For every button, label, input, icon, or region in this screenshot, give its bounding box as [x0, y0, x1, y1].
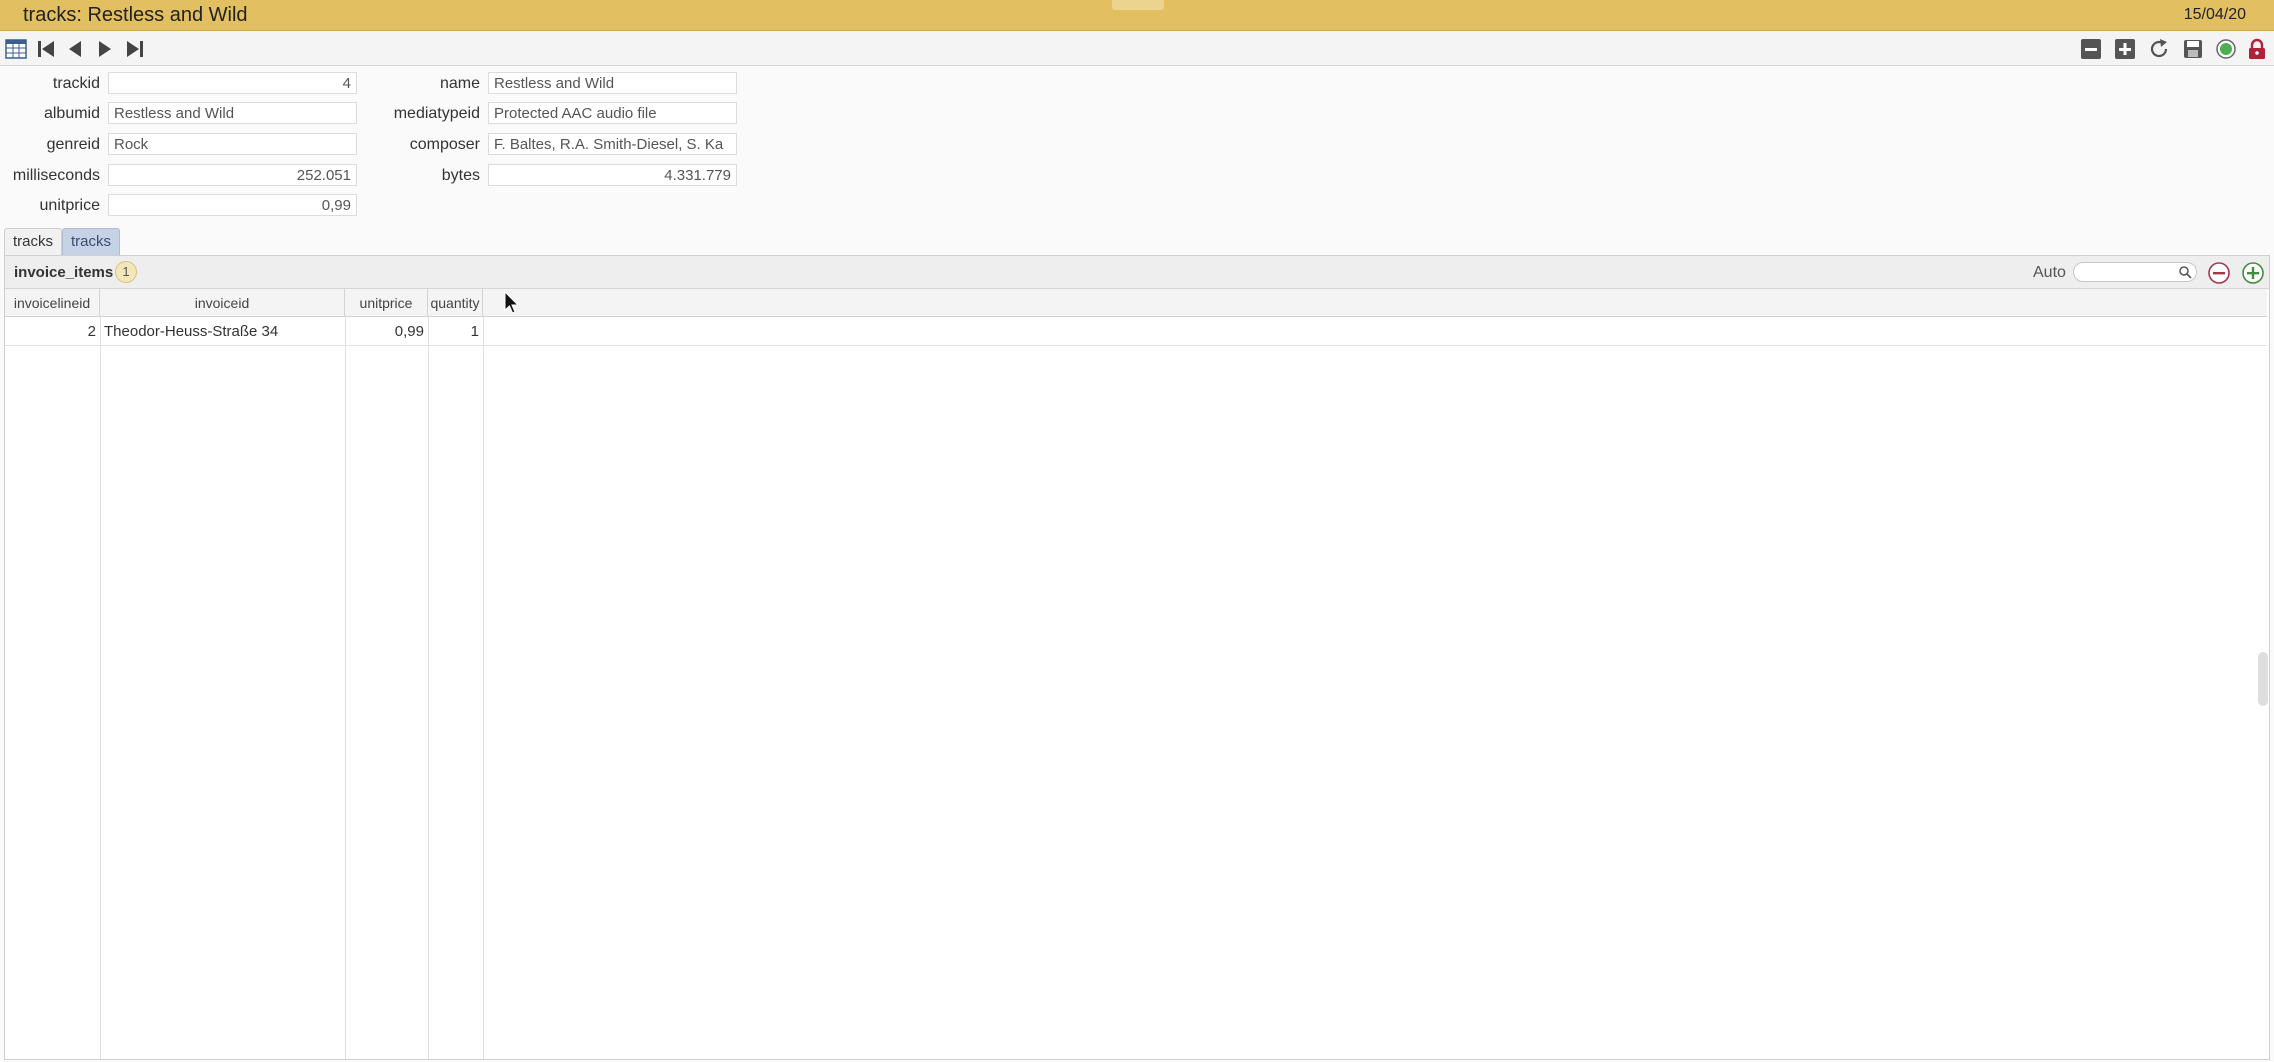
last-record-button[interactable]	[122, 36, 148, 62]
save-button[interactable]	[2180, 36, 2206, 62]
auto-label: Auto	[2033, 264, 2066, 281]
bytes-field[interactable]: 4.331.779	[488, 164, 737, 186]
refresh-button[interactable]	[2146, 36, 2172, 62]
record-count-badge: 1	[115, 261, 137, 283]
column-divider	[428, 317, 429, 1059]
next-record-icon	[99, 41, 111, 57]
lock-button[interactable]	[2244, 36, 2270, 62]
new-record-button[interactable]	[2112, 36, 2138, 62]
cell-invoicelineid[interactable]: 2	[5, 317, 100, 346]
remove-row-button[interactable]	[2207, 261, 2231, 285]
lock-icon	[2249, 38, 2265, 59]
unitprice-field[interactable]: 0,99	[108, 194, 357, 216]
first-record-button[interactable]	[33, 36, 59, 62]
new-record-icon	[2115, 39, 2135, 59]
previous-record-icon	[69, 41, 81, 57]
albumid-field[interactable]: Restless and Wild	[108, 102, 357, 124]
mediatypeid-label: mediatypeid	[393, 105, 480, 122]
composer-field[interactable]: F. Baltes, R.A. Smith-Diesel, S. Ka	[488, 133, 737, 155]
status-indicator[interactable]	[2213, 36, 2239, 62]
mediatypeid-field[interactable]: Protected AAC audio file	[488, 102, 737, 124]
previous-record-button[interactable]	[62, 36, 88, 62]
milliseconds-label: milliseconds	[12, 167, 100, 184]
bytes-label: bytes	[441, 167, 480, 184]
unitprice-label: unitprice	[39, 197, 100, 214]
table-view-icon	[5, 39, 27, 59]
trackid-label: trackid	[52, 75, 100, 92]
column-divider	[345, 317, 346, 1059]
column-divider	[483, 317, 484, 1059]
current-date: 15/04/20	[2183, 6, 2246, 23]
composer-label: composer	[409, 136, 480, 153]
save-icon	[2184, 40, 2202, 58]
column-header-invoicelineid[interactable]: invoicelineid	[5, 289, 100, 317]
add-row-button[interactable]	[2241, 261, 2265, 285]
tab-tracks-2[interactable]: tracks	[62, 228, 121, 255]
column-divider	[100, 317, 101, 1059]
tab-tracks-1[interactable]: tracks	[4, 228, 63, 255]
delete-record-button[interactable]	[2078, 36, 2104, 62]
trackid-field[interactable]: 4	[108, 72, 357, 94]
genreid-field[interactable]: Rock	[108, 133, 357, 155]
next-record-button[interactable]	[92, 36, 118, 62]
first-record-icon	[38, 41, 54, 57]
invoice-items-subform: invoice_items 1 Auto invoicelineid invoi…	[4, 255, 2270, 1060]
genreid-label: genreid	[46, 136, 100, 153]
status-indicator-icon	[2216, 39, 2236, 59]
albumid-label: albumid	[43, 105, 100, 122]
milliseconds-field[interactable]: 252.051	[108, 164, 357, 186]
name-field[interactable]: Restless and Wild	[488, 72, 737, 94]
subform-header: invoice_items 1 Auto	[5, 256, 2269, 289]
delete-record-icon	[2081, 39, 2101, 59]
table-view-button[interactable]	[3, 36, 29, 62]
window-title: tracks: Restless and Wild	[23, 4, 248, 26]
mouse-cursor-icon	[504, 291, 520, 314]
cell-unitprice[interactable]: 0,99	[345, 317, 428, 346]
table-row[interactable]: 2 Theodor-Heuss-Straße 34 0,99 1	[5, 317, 2267, 346]
title-bar: tracks: Restless and Wild 15/04/20	[0, 0, 2274, 31]
column-header-invoiceid[interactable]: invoiceid	[100, 289, 345, 317]
grid-header: invoicelineid invoiceid unitprice quanti…	[5, 289, 2267, 317]
grid-body: 2 Theodor-Heuss-Straße 34 0,99 1	[5, 317, 2267, 1059]
cell-invoiceid[interactable]: Theodor-Heuss-Straße 34	[100, 317, 345, 346]
column-header-unitprice[interactable]: unitprice	[345, 289, 428, 317]
search-icon	[2179, 266, 2192, 279]
cell-quantity[interactable]: 1	[428, 317, 483, 346]
name-label: name	[439, 75, 480, 92]
window-drag-handle[interactable]	[1112, 0, 1164, 10]
record-toolbar	[0, 31, 2274, 66]
last-record-icon	[127, 41, 143, 57]
column-header-quantity[interactable]: quantity	[428, 289, 483, 317]
vertical-scrollbar[interactable]	[2258, 652, 2268, 706]
refresh-icon	[2150, 39, 2168, 58]
subform-title: invoice_items	[14, 264, 114, 281]
